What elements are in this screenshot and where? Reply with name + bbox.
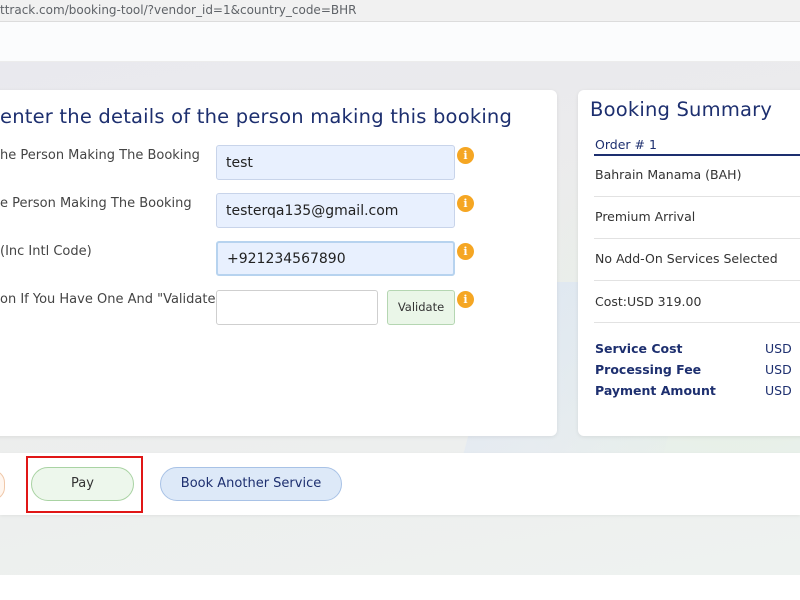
payment-amount-label: Payment Amount <box>595 383 716 398</box>
pay-button[interactable]: Pay <box>31 467 134 501</box>
booker-name-input[interactable] <box>216 145 455 180</box>
booker-phone-label: (Inc Intl Code) <box>0 244 92 259</box>
processing-fee-label: Processing Fee <box>595 362 701 377</box>
address-bar[interactable]: ttrack.com/booking-tool/?vendor_id=1&cou… <box>0 0 800 22</box>
promo-code-label: on If You Have One And "Validate" <box>0 292 221 307</box>
booker-details-card: enter the details of the person making t… <box>0 90 557 436</box>
summary-divider <box>594 196 800 197</box>
summary-service: Premium Arrival <box>595 209 695 224</box>
book-another-service-button[interactable]: Book Another Service <box>160 467 342 501</box>
summary-title: Booking Summary <box>590 98 772 121</box>
booker-phone-input[interactable] <box>216 241 455 276</box>
order-divider <box>594 154 800 156</box>
payment-amount-value: USD <box>765 383 792 398</box>
processing-fee-value: USD <box>765 362 792 377</box>
booker-email-input[interactable] <box>216 193 455 228</box>
summary-divider <box>594 280 800 281</box>
info-icon[interactable]: i <box>457 243 474 260</box>
order-label: Order # 1 <box>595 137 657 152</box>
page-footer <box>0 575 800 600</box>
summary-cost: Cost:USD 319.00 <box>595 294 701 309</box>
summary-divider <box>594 238 800 239</box>
booker-name-label: he Person Making The Booking <box>0 148 200 163</box>
form-title: enter the details of the person making t… <box>0 105 512 128</box>
info-icon[interactable]: i <box>457 147 474 164</box>
info-icon[interactable]: i <box>457 291 474 308</box>
back-button[interactable] <box>0 470 5 500</box>
top-band <box>0 22 800 62</box>
action-bar: Pay Book Another Service <box>0 453 800 515</box>
summary-airport: Bahrain Manama (BAH) <box>595 167 741 182</box>
promo-code-input[interactable] <box>216 290 378 325</box>
service-cost-label: Service Cost <box>595 341 683 356</box>
summary-addons: No Add-On Services Selected <box>595 251 778 266</box>
validate-button[interactable]: Validate <box>387 290 455 325</box>
info-icon[interactable]: i <box>457 195 474 212</box>
booker-email-label: e Person Making The Booking <box>0 196 192 211</box>
service-cost-value: USD <box>765 341 792 356</box>
summary-divider <box>594 322 800 323</box>
booking-summary-card: Booking Summary Order # 1 Bahrain Manama… <box>578 90 800 436</box>
